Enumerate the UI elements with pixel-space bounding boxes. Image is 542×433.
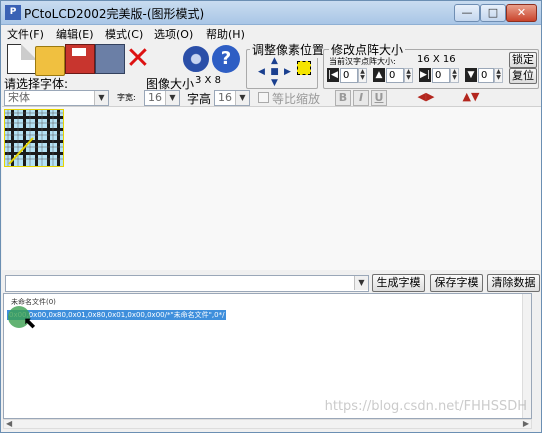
bottom-edge-icon[interactable]: ▼ — [465, 68, 477, 82]
menu-help[interactable]: 帮助(H) — [206, 26, 245, 42]
font-select-value: 宋体 — [8, 91, 30, 104]
bottom-spin-arrows[interactable]: ▲ ▼ — [494, 68, 503, 83]
select-region-icon[interactable] — [297, 61, 311, 75]
font-select[interactable]: 宋体 ▼ — [4, 90, 109, 106]
flip-horizontal-icon[interactable]: ◀▶ — [411, 89, 441, 105]
shift-up-icon[interactable]: ▲ — [269, 56, 280, 67]
top-spin-input[interactable]: 0 — [386, 68, 404, 83]
char-height-label: 字高 — [187, 92, 212, 106]
output-data-line[interactable]: 0x00,0x00,0x80,0x01,0x80,0x01,0x00,0x00/… — [7, 310, 227, 320]
close-button[interactable]: ✕ — [506, 4, 537, 22]
mouse-cursor-icon: ⬉ — [23, 313, 37, 332]
open-folder-icon[interactable] — [35, 46, 65, 76]
output-toolbar: ▼ 生成字模 保存字模 清除数据 — [2, 271, 541, 293]
proportional-checkbox[interactable] — [258, 92, 269, 103]
center-icon[interactable]: ■ — [269, 67, 280, 78]
right-spin-input[interactable]: 0 — [432, 68, 450, 83]
menu-file[interactable]: 文件(F) — [7, 26, 44, 42]
scroll-left-icon[interactable]: ◀ — [6, 420, 12, 428]
new-file-icon[interactable] — [7, 44, 37, 74]
lock-button[interactable]: 锁定 — [509, 52, 537, 68]
glyph-canvas[interactable] — [2, 106, 541, 270]
left-edge-icon[interactable]: |◀ — [327, 68, 339, 82]
current-size-label: 当前汉字点阵大小: — [329, 57, 396, 66]
proportional-label: 等比缩放 — [272, 92, 321, 106]
chevron-down-icon[interactable]: ▼ — [165, 91, 179, 105]
generate-font-button[interactable]: 生成字模 — [372, 274, 425, 292]
menu-bar: 文件(F) 编辑(E) 模式(C) 选项(O) 帮助(H) — [1, 25, 541, 42]
title-bar: P PCtoLCD2002完美版-(图形模式) — □ ✕ — [1, 1, 541, 25]
glyph-preview[interactable] — [4, 109, 64, 167]
save-as-icon[interactable] — [95, 44, 125, 74]
italic-button[interactable]: I — [353, 90, 369, 106]
shift-left-icon[interactable]: ◀ — [256, 67, 267, 78]
char-height-select[interactable]: 16 ▼ — [214, 90, 250, 106]
app-window: P PCtoLCD2002完美版-(图形模式) — □ ✕ 文件(F) 编辑(E… — [0, 0, 542, 433]
top-spin-arrows[interactable]: ▲ ▼ — [404, 68, 413, 83]
char-width-label: 字宽: — [117, 93, 136, 102]
left-spin-arrows[interactable]: ▲ ▼ — [358, 68, 367, 83]
current-size-value: 16 X 16 — [417, 54, 456, 65]
horizontal-scrollbar[interactable]: ◀ ▶ — [3, 419, 532, 429]
output-format-select[interactable]: ▼ — [5, 275, 369, 292]
menu-mode[interactable]: 模式(C) — [105, 26, 143, 42]
flip-vertical-icon[interactable]: ▲▼ — [456, 89, 486, 105]
window-title: PCtoLCD2002完美版-(图形模式) — [24, 7, 205, 21]
char-height-value: 16 — [218, 91, 232, 104]
image-size-value: 3 X 8 — [195, 75, 221, 86]
save-icon[interactable] — [65, 44, 95, 74]
clear-data-button[interactable]: 清除数据 — [487, 274, 540, 292]
delete-icon[interactable]: ✕ — [123, 44, 153, 74]
shift-down-icon[interactable]: ▼ — [269, 78, 280, 89]
chevron-down-icon[interactable]: ▼ — [235, 91, 249, 105]
right-spin-arrows[interactable]: ▲ ▼ — [450, 68, 459, 83]
char-width-select[interactable]: 16 ▼ — [144, 90, 180, 106]
settings-gear-icon[interactable] — [183, 46, 209, 72]
underline-button[interactable]: U — [371, 90, 387, 106]
menu-edit[interactable]: 编辑(E) — [56, 26, 94, 42]
restore-button[interactable]: 复位 — [509, 68, 537, 84]
help-icon[interactable]: ? — [212, 45, 240, 73]
shift-right-icon[interactable]: ▶ — [282, 67, 293, 78]
scroll-right-icon[interactable]: ▶ — [523, 420, 529, 428]
glyph-pixel-grid — [5, 110, 63, 166]
minimize-button[interactable]: — — [454, 4, 480, 22]
right-edge-icon[interactable]: ▶| — [419, 68, 431, 82]
chevron-down-icon[interactable]: ▼ — [94, 91, 108, 105]
bold-button[interactable]: B — [335, 90, 351, 106]
save-font-button[interactable]: 保存字模 — [430, 274, 483, 292]
char-width-value: 16 — [148, 91, 162, 104]
bottom-spin-input[interactable]: 0 — [478, 68, 494, 83]
left-spin-input[interactable]: 0 — [340, 68, 358, 83]
app-icon: P — [5, 5, 21, 20]
watermark: https://blog.csdn.net/FHHSSDH — [324, 399, 527, 414]
chevron-down-icon[interactable]: ▼ — [354, 276, 368, 290]
adjust-position-title: 调整像素位置 — [250, 41, 327, 58]
top-edge-icon[interactable]: ▲ — [373, 68, 385, 82]
maximize-button[interactable]: □ — [480, 4, 506, 22]
menu-options[interactable]: 选项(O) — [154, 26, 193, 42]
